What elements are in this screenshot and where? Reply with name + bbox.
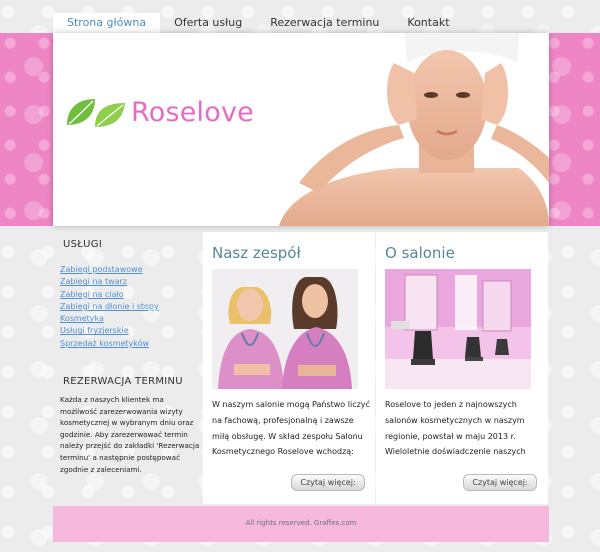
main-nav: Strona główna Oferta usług Rezerwacja te…: [53, 13, 464, 33]
team-photo: [212, 269, 358, 389]
salon-read-more-button[interactable]: Czytaj więcej:: [463, 474, 537, 491]
nav-reservation[interactable]: Rezerwacja terminu: [256, 13, 393, 33]
nav-contact[interactable]: Kontakt: [393, 13, 463, 33]
sidebar: USŁUGI Zabiegi podstawowe Zabiegi na twa…: [53, 226, 203, 506]
footer-copyright: All rights reserved. Graffes.com: [245, 519, 357, 527]
reservation-heading: REZERWACJA TERMINU: [63, 376, 183, 387]
salon-photo: [385, 269, 531, 389]
team-read-more-button[interactable]: Czytaj więcej:: [291, 474, 365, 491]
service-link-products[interactable]: Sprzedaż kosmetyków: [60, 338, 149, 350]
salon-section: O salonie Roselove to jeden z najnowszyc…: [376, 232, 548, 504]
salon-heading: O salonie: [385, 244, 455, 262]
header-banner: Roselove: [53, 33, 549, 226]
services-list: Zabiegi podstawowe Zabiegi na twarz Zabi…: [60, 257, 159, 348]
team-text: W naszym salonie mogą Państwo liczyć na …: [212, 400, 370, 457]
team-section: Nasz zespół W naszym salonie mogą Państw…: [203, 232, 375, 504]
reservation-text: Każda z naszych klientek ma możliwość za…: [60, 395, 200, 474]
footer: All rights reserved. Graffes.com: [53, 506, 549, 542]
team-heading: Nasz zespół: [212, 244, 301, 262]
nav-services[interactable]: Oferta usług: [160, 13, 256, 33]
model-face-photo: [279, 33, 549, 226]
services-heading: USŁUGI: [63, 239, 103, 250]
leaves-icon: [67, 99, 125, 127]
nav-home[interactable]: Strona główna: [53, 13, 161, 33]
salon-text: Roselove to jeden z najnowszych salonów …: [385, 400, 526, 457]
